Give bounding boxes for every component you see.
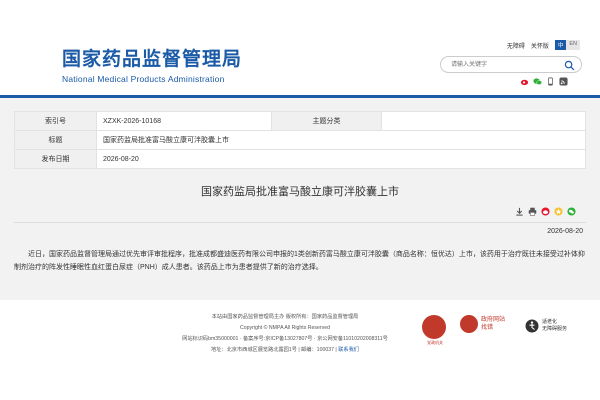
print-icon[interactable] [528,207,537,216]
senior-friendly-title: 适老化 [542,319,558,325]
download-icon[interactable] [515,207,524,216]
wechat-icon[interactable] [533,77,542,86]
party-gov-badge[interactable] [422,315,446,339]
weibo-icon[interactable] [520,77,529,86]
mobile-icon[interactable] [546,77,555,86]
meta-row: 索引号 XZXK-2026-10168 主题分类 [14,111,586,131]
footer-text: 本站由国家药品监督管理局主办 版权所有：国家药品监督管理局 Copyright … [150,312,420,356]
meta-value-date: 2026-08-20 [96,149,586,169]
meta-row: 发布日期 2026-08-20 [14,149,586,169]
meta-label-date: 发布日期 [14,149,97,169]
gov-website-subtitle: 找错 [481,325,494,331]
search-icon[interactable] [564,60,575,71]
site-logo[interactable]: 国家药品监督管理局 National Medical Products Admi… [62,44,242,84]
meta-value-title: 国家药监局批准富马酸立康可泮胶囊上市 [96,130,586,150]
meta-row: 标题 国家药监局批准富马酸立康可泮胶囊上市 [14,130,586,150]
language-switch: 中 EN [554,40,580,50]
elder-mode-link[interactable]: 关怀版 [531,41,549,50]
gov-emblem-icon [460,315,478,333]
footer-registration: 网站标识码bm35000001 · 备案序号:京ICP备13027807号 · … [182,336,388,342]
top-links: 无障碍 关怀版 中 EN [507,40,580,50]
site-footer: 本站由国家药品监督管理局主办 版权所有：国家药品监督管理局 Copyright … [0,300,600,400]
gov-website-error-badge[interactable]: 政府网站 找错 [460,315,505,333]
meta-value-index: XZXK-2026-10168 [96,111,272,131]
article-date: 2026-08-20 [547,228,583,235]
qzone-share-icon[interactable] [554,207,563,216]
article-body: 近日，国家药品监督管理局通过优先审评审批程序，批准成都盛迪医药有限公司申报的1类… [14,251,585,271]
title-divider [14,222,586,223]
search-box [440,56,582,73]
senior-friendly-label: 适老化 无障碍服务 [542,319,567,333]
footer-address-line: 地址：北京市西城区展览路北露园1号 | 邮编：100037 | 联系我们 [150,345,420,356]
article-meta-table: 索引号 XZXK-2026-10168 主题分类 标题 国家药监局批准富马酸立康… [14,111,586,169]
footer-copyright: Copyright © NMPA All Rights Reserved [240,325,330,331]
senior-friendly-badge[interactable]: 适老化 无障碍服务 [525,319,567,333]
article-title: 国家药监局批准富马酸立康可泮胶囊上市 [201,186,399,198]
wechat-share-icon[interactable] [567,207,576,216]
rss-icon[interactable] [559,77,568,86]
contact-us-link[interactable]: 联系我们 [338,347,359,353]
footer-sponsor: 本站由国家药品监督管理局主办 版权所有：国家药品监督管理局 [211,314,359,320]
meta-label-index: 索引号 [14,111,97,131]
social-links [520,77,568,86]
meta-value-category [381,111,586,131]
meta-label-title: 标题 [14,130,97,150]
meta-label-category: 主题分类 [271,111,382,131]
gov-website-label: 政府网站 找错 [481,316,505,332]
accessibility-icon [525,319,539,333]
article-tools [515,207,576,216]
logo-chinese: 国家药品监督管理局 [62,49,243,70]
senior-friendly-subtitle: 无障碍服务 [542,326,568,332]
lang-cn-button[interactable]: 中 [554,40,567,50]
search-input[interactable] [451,60,561,70]
party-gov-label: 党政机关 [427,340,443,345]
weibo-share-icon[interactable] [541,207,550,216]
site-header: 国家药品监督管理局 National Medical Products Admi… [0,0,600,95]
footer-address: 地址：北京市西城区展览路北露园1号 | 邮编：100037 | [211,347,337,353]
lang-en-button[interactable]: EN [566,40,580,50]
gov-website-title: 政府网站 [481,317,506,323]
logo-english: National Medical Products Administration [62,74,225,84]
accessibility-link[interactable]: 无障碍 [507,41,525,50]
